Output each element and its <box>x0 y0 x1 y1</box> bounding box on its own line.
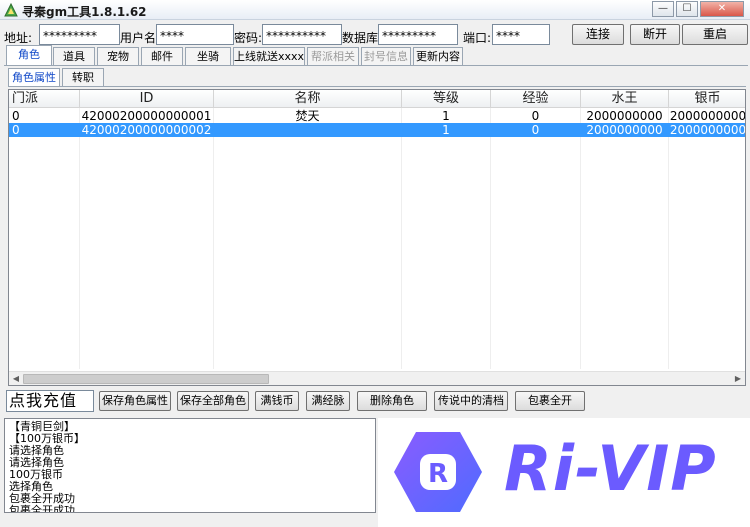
column-divider <box>213 108 214 369</box>
restart-button[interactable]: 重启 <box>682 24 748 45</box>
column-header-id[interactable]: ID <box>80 90 214 108</box>
username-field[interactable] <box>156 24 234 45</box>
logo-badge-icon: R <box>394 432 482 512</box>
tab-login-gift[interactable]: 上线就送xxxx <box>233 47 305 65</box>
log-line: 包裹全开成功 <box>9 504 75 513</box>
cell-water-king: 2000000000 <box>586 123 663 137</box>
subtab-role-attributes[interactable]: 角色属性 <box>8 68 60 86</box>
database-label: 数据库: <box>342 31 383 45</box>
cell-name <box>214 123 401 137</box>
column-header-exp[interactable]: 经验 <box>491 90 581 108</box>
cell-exp: 0 <box>531 123 540 137</box>
tab-ban-info[interactable]: 封号信息 <box>361 47 411 65</box>
tab-divider <box>4 65 748 66</box>
unlock-bag-button[interactable]: 包裹全开 <box>515 391 585 411</box>
tab-mount[interactable]: 坐骑 <box>185 47 231 65</box>
scrollbar-thumb[interactable] <box>23 374 269 384</box>
disconnect-button[interactable]: 断开 <box>630 24 680 45</box>
table-row[interactable]: 0 42000200000000001 焚天 1 0 2000000000 20… <box>9 109 745 123</box>
column-header-level[interactable]: 等级 <box>402 90 491 108</box>
horizontal-scrollbar[interactable]: ◀ ▶ <box>9 371 745 385</box>
cell-id: 42000200000000001 <box>81 109 212 123</box>
max-money-button[interactable]: 满钱币 <box>255 391 299 411</box>
cell-exp: 0 <box>531 109 540 123</box>
tab-role[interactable]: 角色 <box>6 45 52 65</box>
max-meridian-button[interactable]: 满经脉 <box>306 391 350 411</box>
log-panel[interactable]: 【青铜巨剑】 【100万银币】 请选择角色 请选择角色 100万银币 选择角色 … <box>4 418 376 513</box>
scroll-right-icon[interactable]: ▶ <box>731 372 745 385</box>
connect-button[interactable]: 连接 <box>572 24 624 45</box>
column-header-faction[interactable]: 门派 <box>9 90 80 108</box>
cell-name: 焚天 <box>295 109 320 123</box>
column-divider <box>490 108 491 369</box>
user-label: 用户名: <box>120 31 161 45</box>
save-role-attributes-button[interactable]: 保存角色属性 <box>99 391 171 411</box>
address-field[interactable] <box>39 24 120 45</box>
app-icon <box>4 3 18 17</box>
minimize-button[interactable]: — <box>652 1 674 17</box>
tab-guild[interactable]: 帮派相关 <box>307 47 359 65</box>
recharge-link[interactable]: 点我充值 <box>6 390 94 412</box>
save-all-roles-button[interactable]: 保存全部角色 <box>177 391 249 411</box>
cell-faction: 0 <box>12 109 20 123</box>
password-label: 密码: <box>234 31 263 45</box>
log-line: 请选择角色 <box>9 456 64 469</box>
role-grid[interactable]: 门派 ID 名称 等级 经验 水王 银币 0 42000200000000001… <box>8 89 746 386</box>
tab-items[interactable]: 道具 <box>53 47 95 65</box>
tab-updates[interactable]: 更新内容 <box>413 47 463 65</box>
logo-badge-letter: R <box>428 459 448 489</box>
cell-level: 1 <box>442 109 450 123</box>
status-bar <box>0 513 378 527</box>
address-label: 地址: <box>4 31 33 45</box>
logo-text: Ri-VIP <box>504 432 717 505</box>
cell-silver: 2000000000 <box>669 109 746 123</box>
column-divider <box>668 108 669 369</box>
column-divider <box>580 108 581 369</box>
subtab-class-change[interactable]: 转职 <box>62 68 104 86</box>
column-divider <box>79 108 80 369</box>
port-label: 端口: <box>463 31 492 45</box>
tab-pets[interactable]: 宠物 <box>97 47 139 65</box>
column-header-water-king[interactable]: 水王 <box>581 90 669 108</box>
password-field[interactable] <box>262 24 342 45</box>
column-divider <box>401 108 402 369</box>
watermark-logo: R Ri-VIP <box>378 418 750 527</box>
scroll-left-icon[interactable]: ◀ <box>9 372 23 385</box>
maximize-button[interactable]: ☐ <box>676 1 698 17</box>
database-field[interactable] <box>378 24 458 45</box>
cell-id: 42000200000000002 <box>81 123 212 137</box>
table-row-selected[interactable]: 0 42000200000000002 1 0 2000000000 20000… <box>9 123 745 137</box>
cell-silver: 2000000000 <box>669 123 746 137</box>
tab-mail[interactable]: 邮件 <box>141 47 183 65</box>
log-line: 100万银币 <box>9 468 63 481</box>
column-header-name[interactable]: 名称 <box>214 90 402 108</box>
cell-faction: 0 <box>12 123 20 137</box>
window-title: 寻秦gm工具1.8.1.62 <box>22 5 147 19</box>
legendary-reset-button[interactable]: 传说中的清档 <box>434 391 508 411</box>
delete-role-button[interactable]: 删除角色 <box>357 391 427 411</box>
cell-water-king: 2000000000 <box>586 109 663 123</box>
subtab-divider <box>8 86 746 87</box>
title-bar: 寻秦gm工具1.8.1.62 — ☐ ✕ <box>0 0 750 20</box>
column-header-silver[interactable]: 银币 <box>669 90 745 108</box>
cell-level: 1 <box>442 123 450 137</box>
close-button[interactable]: ✕ <box>700 1 744 17</box>
port-field[interactable] <box>492 24 550 45</box>
